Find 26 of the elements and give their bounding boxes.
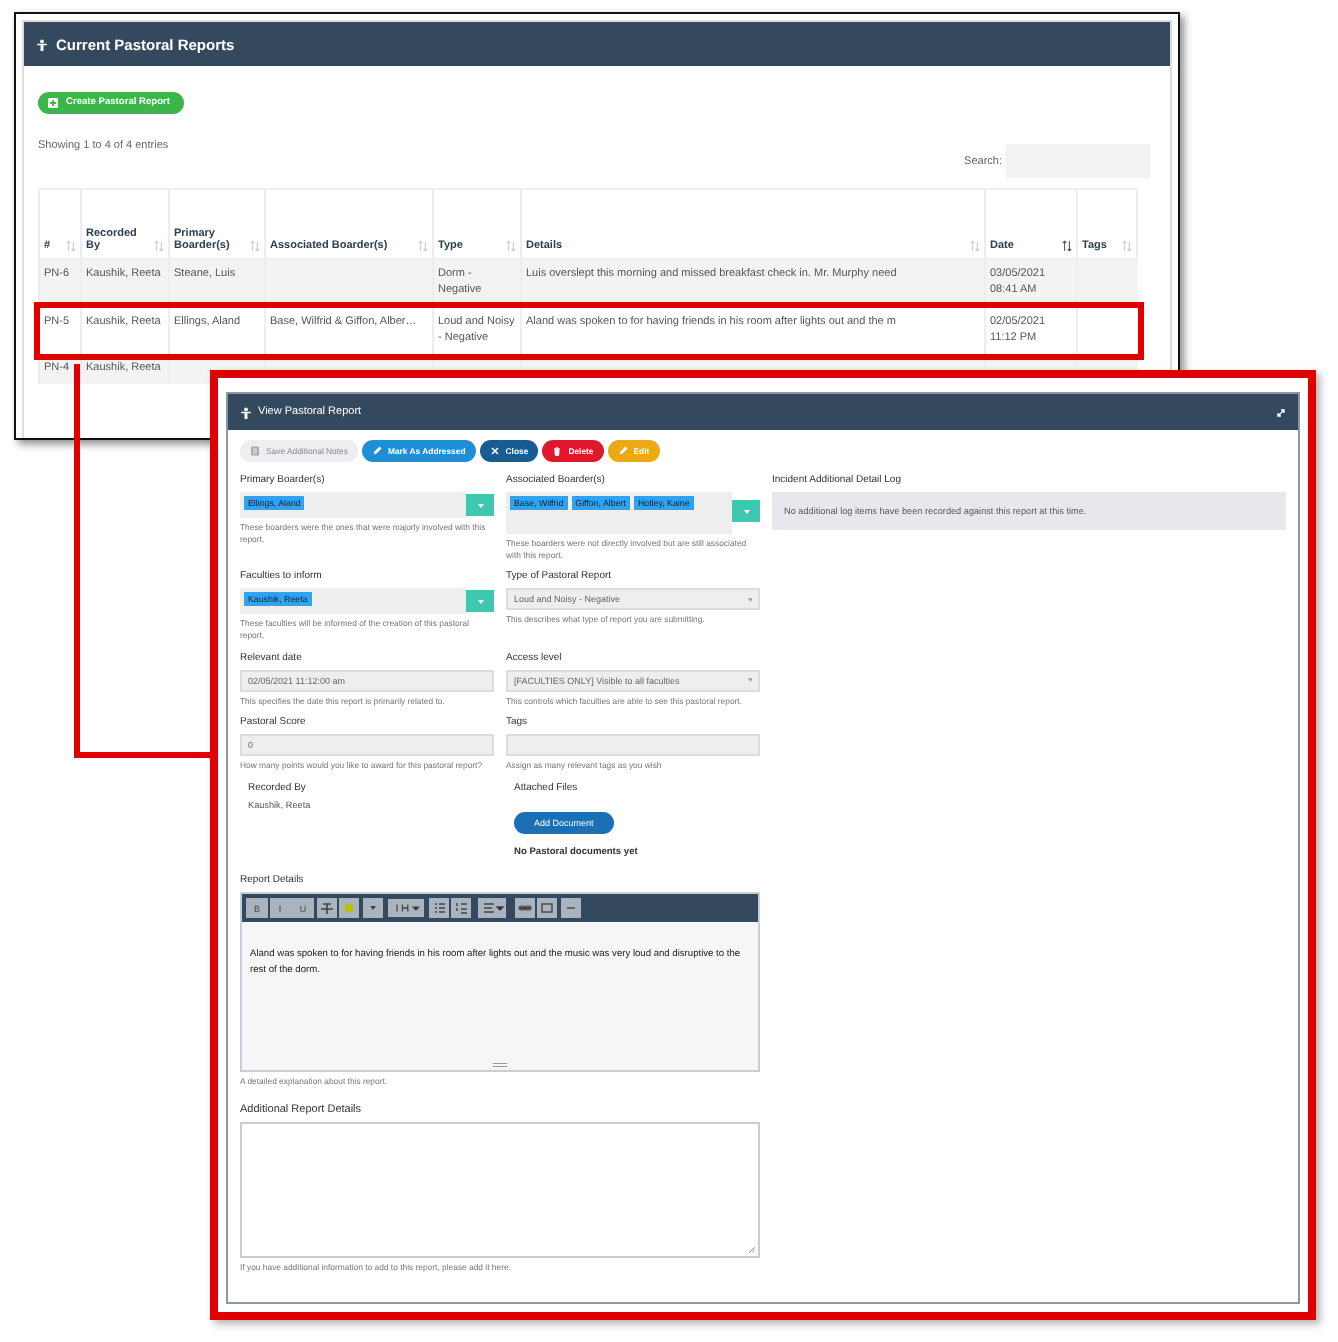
document-icon [250,446,260,456]
font-size-icon[interactable] [387,898,423,919]
caret-icon [477,599,483,604]
image-icon[interactable] [536,898,558,919]
trash-icon [552,446,563,456]
expand-icon[interactable] [1276,407,1286,417]
pencil-icon [371,446,382,456]
caret-icon[interactable] [361,898,383,919]
align-icon[interactable] [473,898,509,919]
strikethrough-icon[interactable] [315,898,337,919]
figure-icon [240,405,252,419]
close-icon [489,446,500,456]
highlight-icon[interactable] [338,898,360,919]
list-icon[interactable] [427,898,449,919]
caret-icon [743,509,749,513]
input-field[interactable] [506,734,760,757]
caret-icon [747,597,752,602]
figure-icon [36,37,48,51]
plus-icon [48,98,58,108]
caret-icon [747,678,752,683]
resize-handle-icon[interactable] [748,1245,756,1254]
caret-icon [477,503,483,507]
pencil-icon [617,446,628,456]
link-icon[interactable] [513,898,535,919]
numbered-list-icon[interactable] [450,898,472,919]
resize-handle-icon[interactable] [492,1062,508,1069]
